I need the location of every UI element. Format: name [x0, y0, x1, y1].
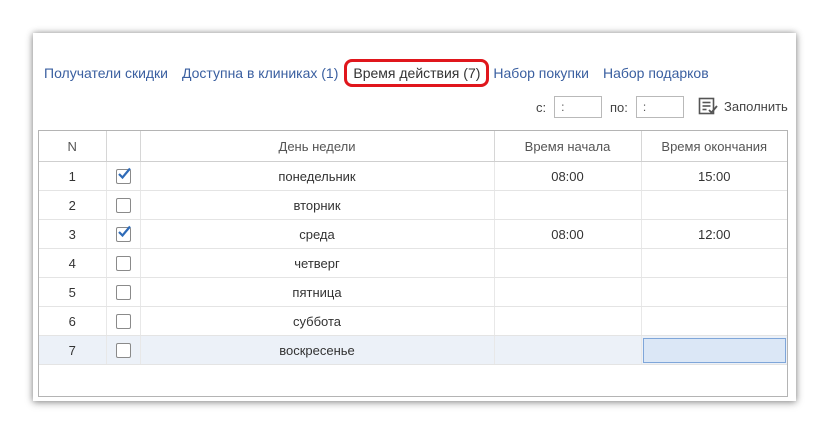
checkbox-checked[interactable]: [115, 167, 131, 185]
fill-icon: [698, 97, 718, 115]
tab-bar: Получатели скидки Доступна в клиниках (1…: [44, 59, 723, 87]
row-end-time[interactable]: [641, 277, 787, 307]
table-row[interactable]: 7 воскресенье: [39, 335, 787, 365]
schedule-table: N День недели Время начала Время окончан…: [38, 130, 788, 397]
time-from-label: с:: [536, 99, 547, 115]
header-start-time[interactable]: Время начала: [494, 131, 642, 162]
table-row[interactable]: 3 среда 08:00 12:00: [39, 219, 787, 249]
fill-button-label: Заполнить: [724, 98, 788, 114]
row-day[interactable]: понедельник: [140, 161, 495, 191]
table-row[interactable]: 6 суббота: [39, 306, 787, 336]
row-number: 1: [39, 161, 107, 191]
row-day[interactable]: воскресенье: [140, 335, 495, 365]
row-number: 4: [39, 248, 107, 278]
row-start-time[interactable]: 08:00: [494, 161, 642, 191]
row-number: 6: [39, 306, 107, 336]
tab-available-clinics[interactable]: Доступна в клиниках (1): [182, 63, 338, 83]
row-end-time[interactable]: 15:00: [641, 161, 787, 191]
row-start-time[interactable]: [494, 335, 642, 365]
row-number: 5: [39, 277, 107, 307]
header-end-time[interactable]: Время окончания: [641, 131, 787, 162]
checkbox-checked[interactable]: [115, 225, 131, 243]
row-end-time[interactable]: [641, 190, 787, 220]
time-from-input[interactable]: :: [554, 96, 603, 118]
row-start-time[interactable]: [494, 248, 642, 278]
tab-discount-recipients[interactable]: Получатели скидки: [44, 63, 168, 83]
header-check[interactable]: [106, 131, 141, 162]
row-day[interactable]: пятница: [140, 277, 495, 307]
table-header: N День недели Время начала Время окончан…: [39, 131, 787, 162]
row-checkbox-cell: [106, 161, 141, 191]
table-row[interactable]: 4 четверг: [39, 248, 787, 278]
row-end-time[interactable]: [641, 306, 787, 336]
row-checkbox-cell: [106, 335, 141, 365]
row-checkbox-cell: [106, 306, 141, 336]
time-to-label: по:: [610, 99, 628, 115]
row-end-time[interactable]: [641, 335, 787, 365]
tab-gift-set[interactable]: Набор подарков: [603, 63, 709, 83]
tab-validity-time[interactable]: Время действия (7): [344, 59, 490, 87]
row-checkbox-cell: [106, 190, 141, 220]
checkbox-unchecked[interactable]: [115, 343, 131, 359]
row-end-time[interactable]: 12:00: [641, 219, 787, 249]
table-row[interactable]: 5 пятница: [39, 277, 787, 307]
row-end-time[interactable]: [641, 248, 787, 278]
fill-button[interactable]: Заполнить: [698, 97, 788, 115]
header-day[interactable]: День недели: [140, 131, 495, 162]
checkbox-unchecked[interactable]: [115, 256, 131, 272]
table-row[interactable]: 2 вторник: [39, 190, 787, 220]
row-number: 3: [39, 219, 107, 249]
row-day[interactable]: вторник: [140, 190, 495, 220]
row-number: 7: [39, 335, 107, 365]
row-checkbox-cell: [106, 248, 141, 278]
tab-purchase-set[interactable]: Набор покупки: [493, 63, 589, 83]
row-start-time[interactable]: 08:00: [494, 219, 642, 249]
table-row[interactable]: 1 понедельник 08:00 15:00: [39, 161, 787, 191]
time-from-group: с: :: [536, 96, 603, 118]
row-checkbox-cell: [106, 219, 141, 249]
row-checkbox-cell: [106, 277, 141, 307]
time-to-input[interactable]: :: [635, 96, 684, 118]
active-cell-editor[interactable]: [642, 337, 786, 363]
checkbox-unchecked[interactable]: [115, 314, 131, 330]
row-day[interactable]: суббота: [140, 306, 495, 336]
row-number: 2: [39, 190, 107, 220]
header-n[interactable]: N: [39, 131, 107, 162]
time-to-group: по: :: [610, 96, 684, 118]
row-start-time[interactable]: [494, 277, 642, 307]
row-start-time[interactable]: [494, 190, 642, 220]
row-day[interactable]: четверг: [140, 248, 495, 278]
row-start-time[interactable]: [494, 306, 642, 336]
checkbox-unchecked[interactable]: [115, 285, 131, 301]
row-day[interactable]: среда: [140, 219, 495, 249]
checkbox-unchecked[interactable]: [115, 198, 131, 214]
